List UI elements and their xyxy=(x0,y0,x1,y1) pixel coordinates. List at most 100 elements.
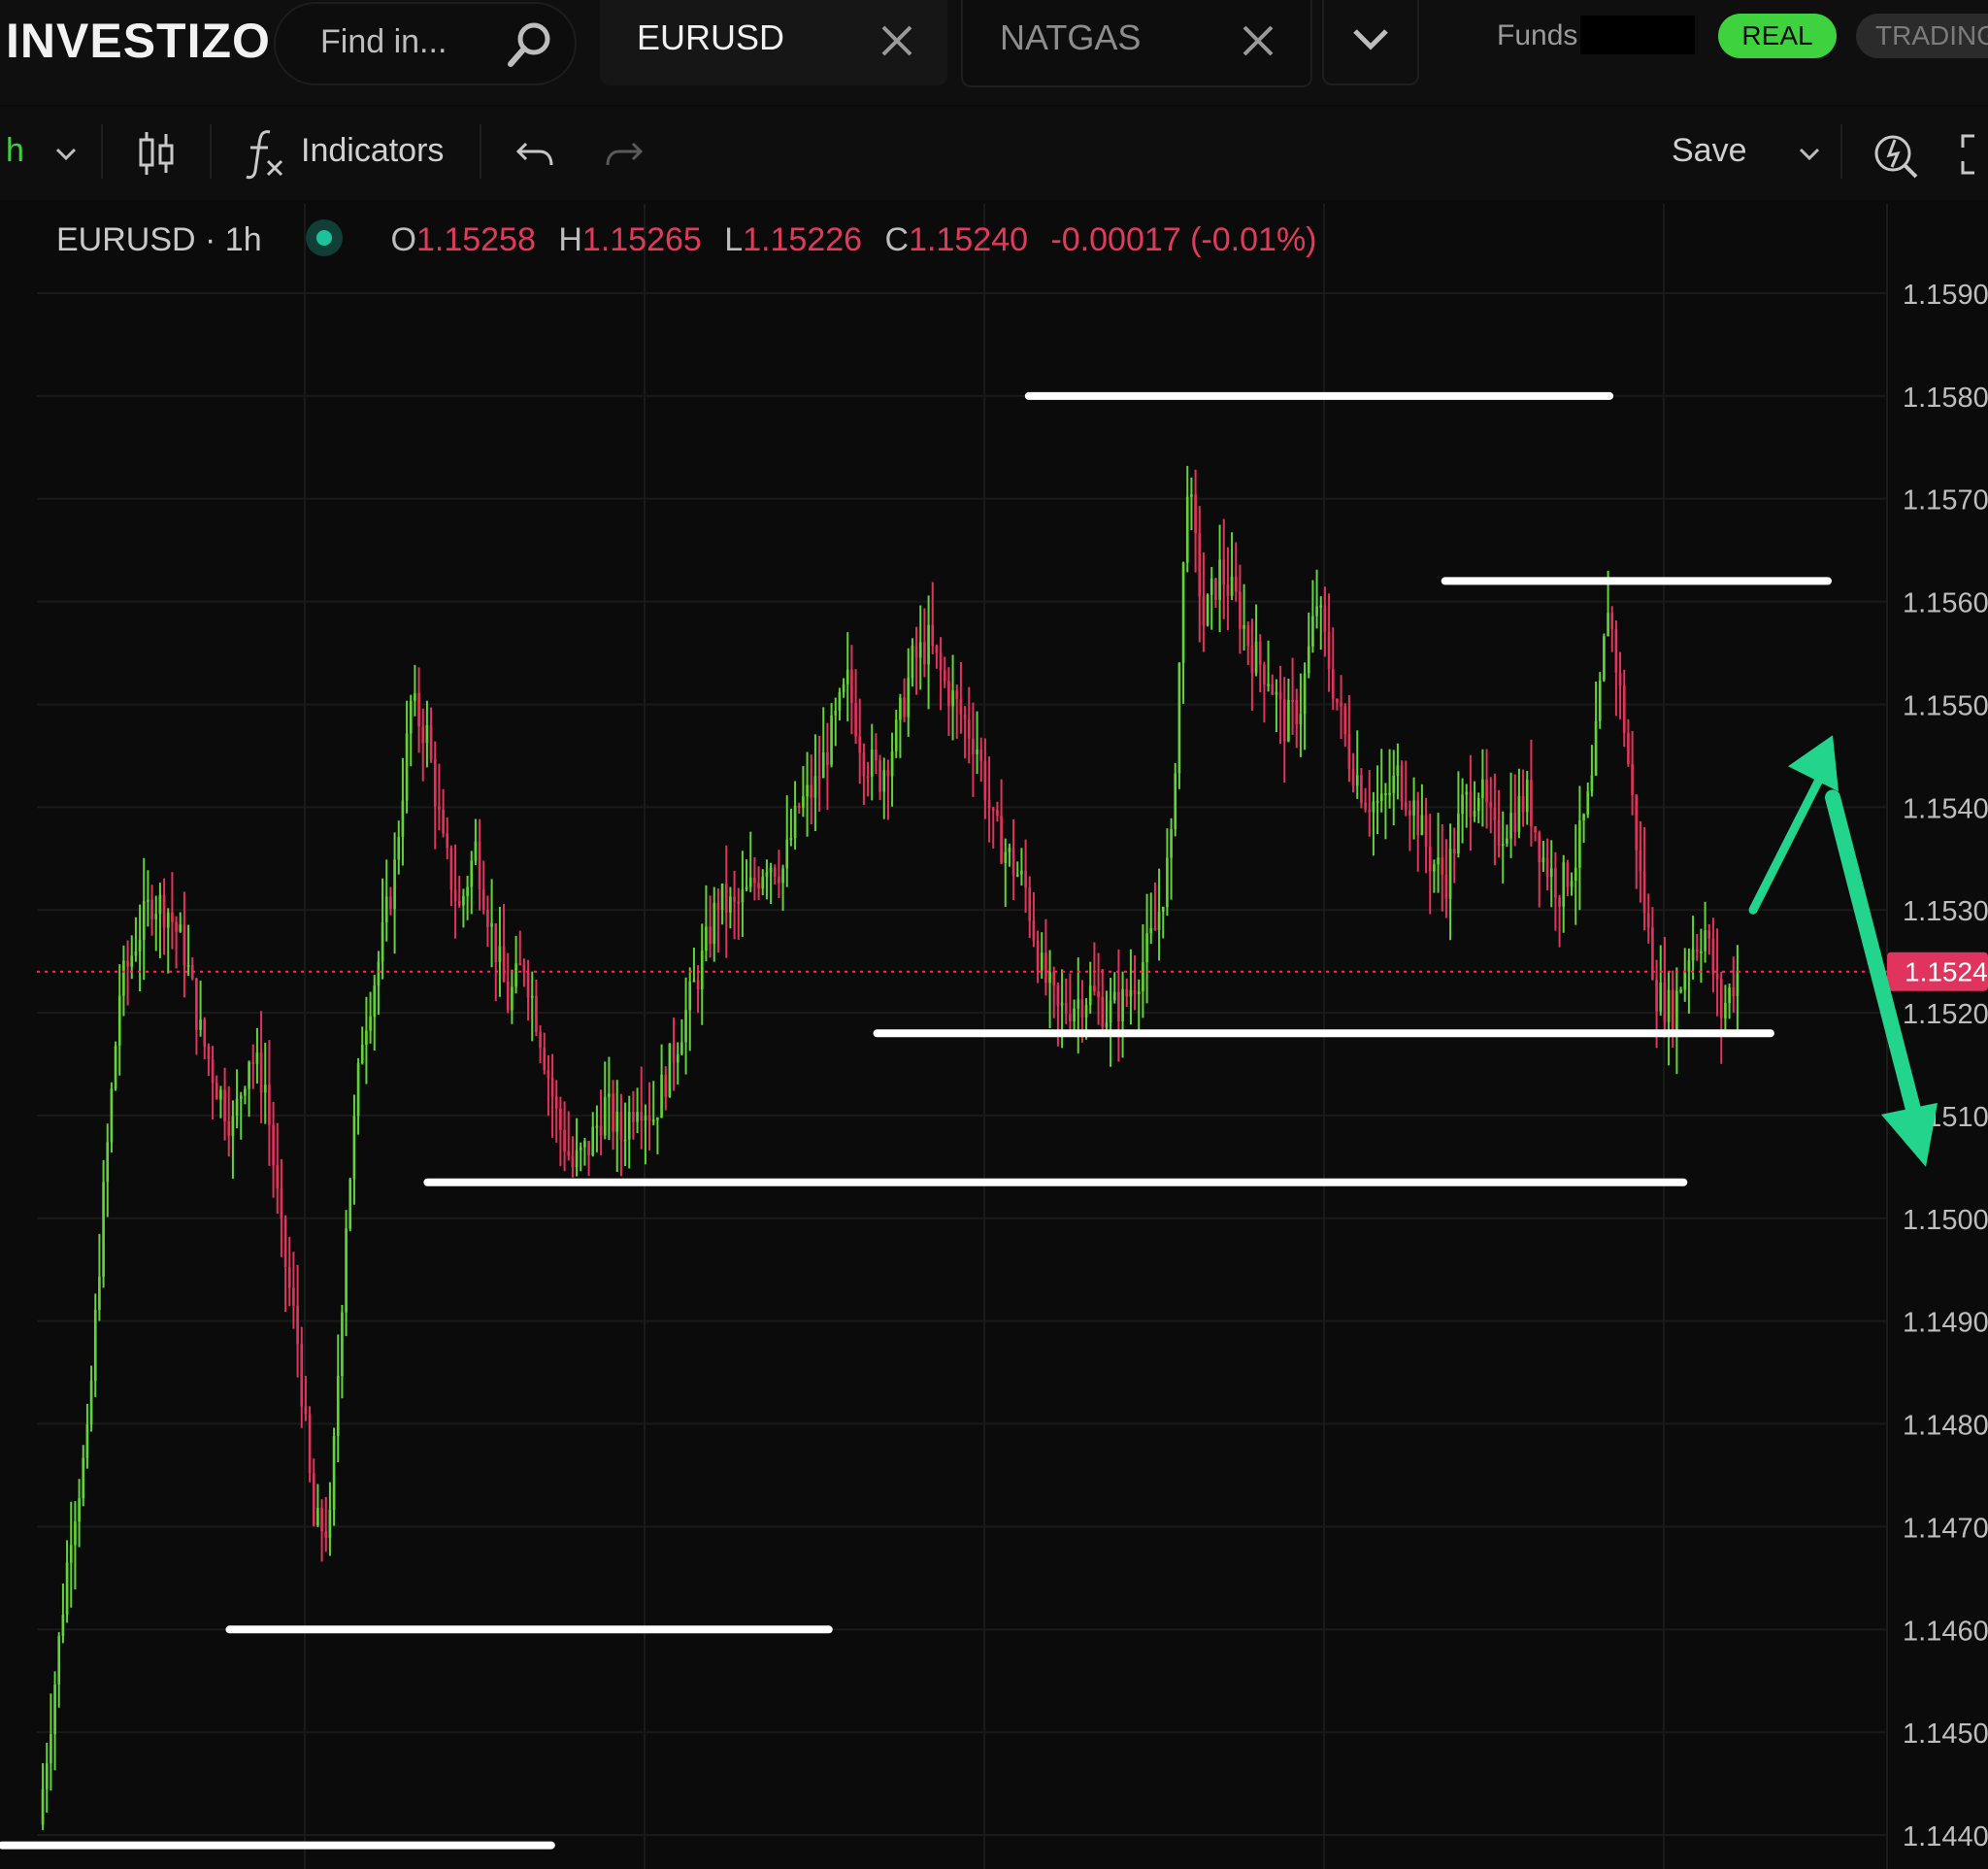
candle-body xyxy=(1493,807,1497,820)
candle-body xyxy=(927,624,930,665)
candle-body xyxy=(1278,691,1282,700)
candle-body xyxy=(862,752,866,777)
candle-body xyxy=(894,719,898,751)
candle-body xyxy=(514,963,517,987)
candle-body xyxy=(348,1179,352,1229)
price-tick-label: 1.1490 xyxy=(1903,1308,1988,1339)
drawings xyxy=(0,391,1833,1850)
candle-body xyxy=(409,700,413,734)
candle-body xyxy=(1400,765,1404,802)
candle-body xyxy=(773,867,777,878)
candle-body xyxy=(1728,987,1731,1003)
candle-body xyxy=(729,896,732,913)
candle-body xyxy=(1084,1005,1088,1018)
high-value: 1.15265 xyxy=(581,221,702,258)
candle-body xyxy=(705,926,708,951)
price-tick-label: 1.1530 xyxy=(1903,896,1988,927)
candle-body xyxy=(1574,867,1577,882)
candle-body xyxy=(1254,641,1258,674)
candle-body xyxy=(1554,868,1557,898)
candle-body xyxy=(498,946,502,962)
candle-body xyxy=(1433,864,1436,872)
candle-body xyxy=(785,839,789,869)
candle-body xyxy=(1319,605,1323,608)
market-status-dot xyxy=(306,219,344,257)
candle-body xyxy=(211,1059,215,1084)
candle-body xyxy=(1461,794,1464,815)
candle-body xyxy=(1441,857,1444,875)
candle-body xyxy=(547,1069,550,1079)
candle-body xyxy=(778,877,780,884)
candle-body xyxy=(911,646,914,679)
legend-symbol[interactable]: EURUSD · 1h xyxy=(56,221,262,258)
candle-body xyxy=(255,1052,259,1064)
candle-body xyxy=(449,848,453,890)
candle-body xyxy=(575,1150,579,1168)
candle-body xyxy=(1077,999,1080,1009)
candle-body xyxy=(207,1046,211,1060)
candle-body xyxy=(1166,857,1169,908)
candle-body xyxy=(518,963,522,966)
candle-body xyxy=(1368,809,1372,813)
candle-body xyxy=(384,896,388,922)
candle-body xyxy=(421,726,425,744)
candle-body xyxy=(623,1139,627,1142)
candle-body xyxy=(126,960,129,967)
candle-body xyxy=(304,1406,308,1415)
candle-body xyxy=(1663,982,1667,1022)
candle-body xyxy=(688,981,692,1011)
candle-body xyxy=(882,770,886,792)
candle-body xyxy=(802,796,805,809)
candle-body xyxy=(397,836,401,860)
candle-body xyxy=(793,805,797,839)
candle-body xyxy=(1015,874,1019,877)
change-value: -0.00017 (-0.01%) xyxy=(1050,221,1317,258)
candle-body xyxy=(1275,691,1278,695)
candle-body xyxy=(963,714,967,720)
candle-body xyxy=(1562,862,1566,907)
close-value: 1.15240 xyxy=(909,221,1028,258)
candle-body xyxy=(300,1344,304,1407)
candle-body xyxy=(244,1088,247,1096)
candle-body xyxy=(1230,576,1234,596)
candle-body xyxy=(1024,870,1027,888)
candle-body xyxy=(433,758,437,807)
candle-body xyxy=(1736,970,1740,996)
candle-body xyxy=(656,1118,659,1120)
candle-body xyxy=(1469,791,1473,818)
candlestick-chart[interactable]: 1.1590 1.1580 1.1570 1.1560 1.1550 1.1540 1.15… xyxy=(0,0,1988,1869)
candle-body xyxy=(219,1089,222,1100)
candle-body xyxy=(1590,775,1594,792)
candle-body xyxy=(955,690,959,700)
candle-body xyxy=(821,751,825,779)
candle-body xyxy=(680,1042,683,1054)
candle-body xyxy=(890,751,894,777)
candle-body xyxy=(619,1111,623,1140)
candle-body xyxy=(797,805,801,809)
candle-body xyxy=(182,924,186,966)
candle-body xyxy=(716,902,720,911)
candle-body xyxy=(239,1095,243,1099)
candle-body xyxy=(122,960,125,996)
candle-body xyxy=(858,736,862,753)
candle-body xyxy=(1372,801,1375,813)
candle-body xyxy=(608,1093,611,1097)
candle-body xyxy=(1355,775,1359,786)
candle-body xyxy=(1044,952,1047,984)
candle-body xyxy=(632,1112,635,1122)
high-key: H xyxy=(558,221,582,258)
candle-body xyxy=(1408,810,1411,816)
candle-body xyxy=(1287,699,1290,742)
candle-body xyxy=(535,995,538,1033)
candle-body xyxy=(1485,779,1488,803)
candle-body xyxy=(603,1096,607,1136)
candle-body xyxy=(1594,720,1598,776)
candle-body xyxy=(195,978,198,1030)
price-tick-label: 1.1550 xyxy=(1903,690,1988,721)
candle-body xyxy=(1177,662,1181,774)
candle-body xyxy=(700,951,704,990)
candle-body xyxy=(1375,800,1379,803)
candle-body xyxy=(567,1151,571,1156)
candle-body xyxy=(341,1312,344,1377)
candle-body xyxy=(612,1093,614,1132)
